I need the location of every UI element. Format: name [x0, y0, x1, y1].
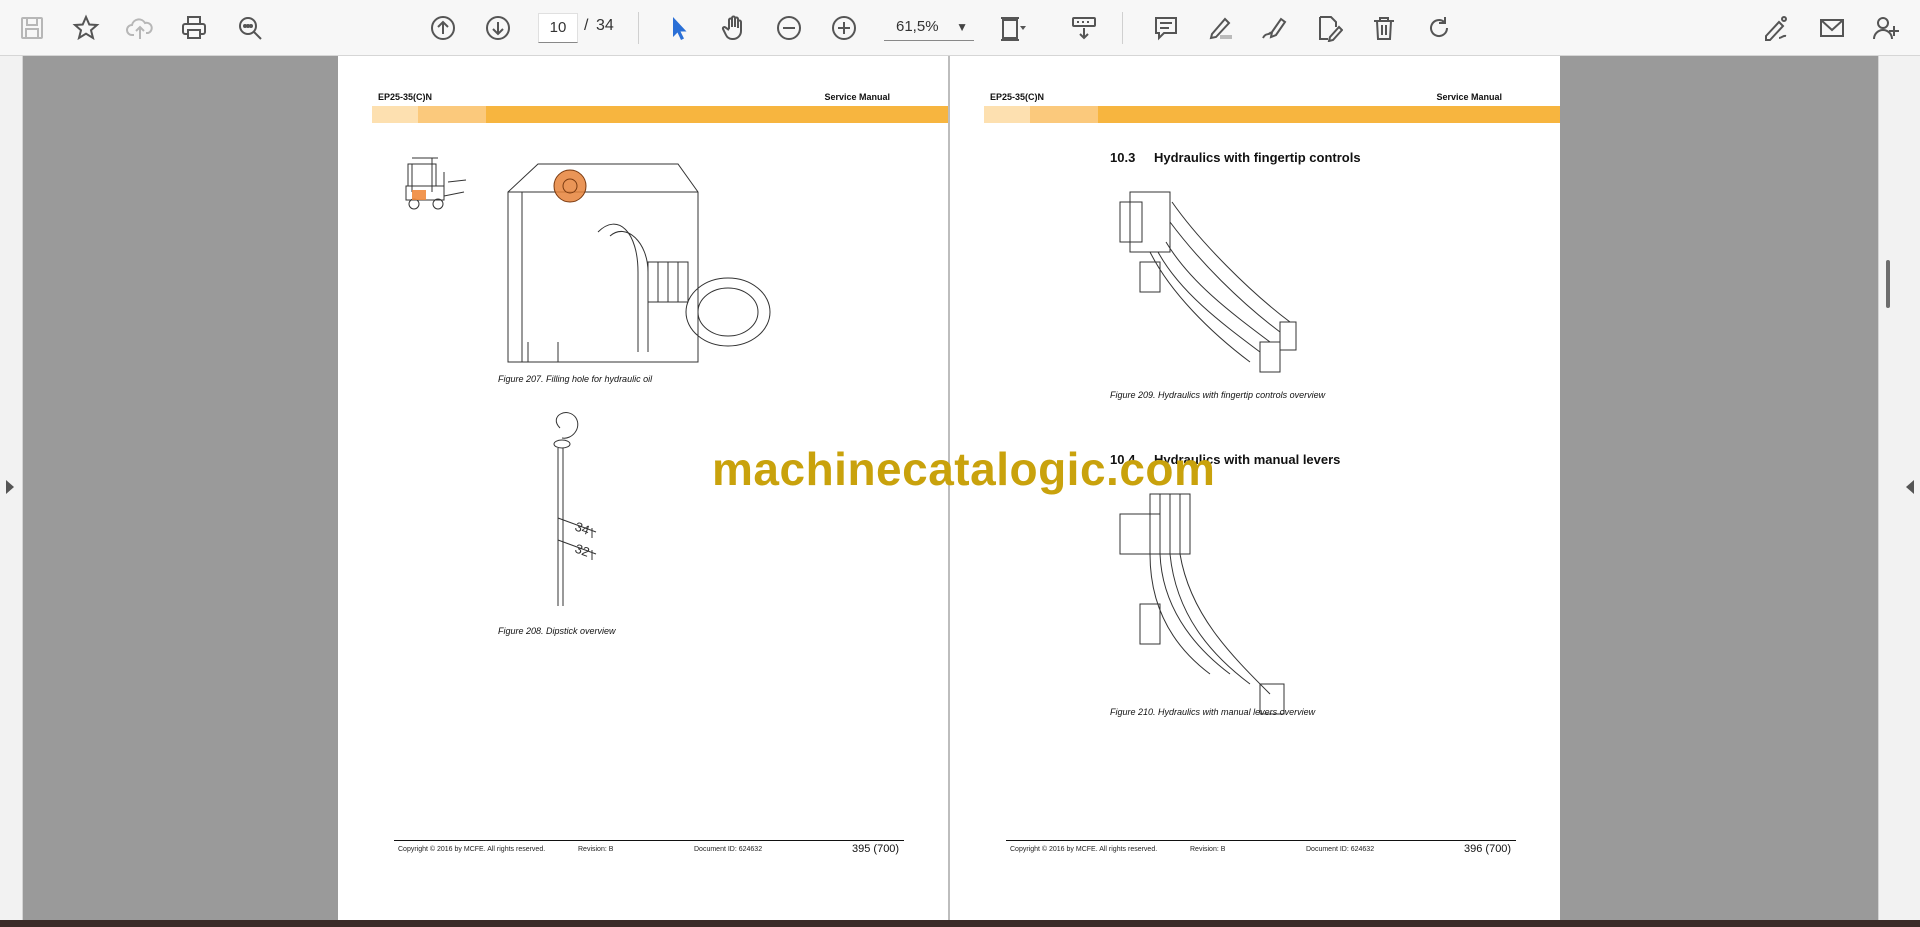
toolbar: 10 / 34 61,5% ▼ [0, 0, 1920, 56]
bookmark-star-icon[interactable] [68, 10, 104, 46]
footer-revision: Revision: B [1190, 846, 1226, 853]
footer-page-number: 395 (700) [852, 843, 900, 855]
page-header-model: EP25-35(C)N [990, 92, 1045, 102]
hydraulic-tank-illustration [507, 163, 771, 363]
page-header-model: EP25-35(C)N [378, 92, 433, 102]
header-color-band [372, 106, 948, 123]
zoom-level-value: 61,5% [896, 18, 939, 35]
footer-rule [1006, 840, 1516, 841]
comment-icon[interactable] [1148, 10, 1184, 46]
scrolling-mode-icon[interactable] [1066, 10, 1102, 46]
toolbar-divider [638, 12, 639, 44]
save-icon[interactable] [14, 10, 50, 46]
zoom-search-icon[interactable] [232, 10, 268, 46]
highlight-pen-icon[interactable] [1202, 10, 1238, 46]
expand-right-panel-icon[interactable] [1906, 480, 1914, 494]
chevron-down-icon: ▼ [956, 20, 968, 34]
dipstick-mark-32: 32 [573, 541, 592, 560]
footer-copyright: Copyright © 2016 by MCFE. All rights res… [398, 846, 546, 853]
footer-document-id: Document ID: 624632 [694, 846, 763, 853]
footer-revision: Revision: B [578, 846, 614, 853]
page-header-title: Service Manual [1436, 92, 1502, 102]
forklift-location-icon [405, 157, 467, 210]
bottom-edge-bar [0, 920, 1920, 927]
section-number: 10.3 [1110, 150, 1136, 165]
figure-208-caption: Figure 208. Dipstick overview [498, 626, 616, 636]
edit-text-icon[interactable] [1311, 10, 1347, 46]
toolbar-divider [1122, 12, 1123, 44]
section-10-3-heading: 10.3 Hydraulics with fingertip controls [1110, 150, 1361, 165]
zoom-out-icon[interactable] [771, 10, 807, 46]
hand-tool-icon[interactable] [716, 10, 752, 46]
page-separator: / [584, 17, 589, 34]
footer-rule [394, 840, 904, 841]
page-header-title: Service Manual [824, 92, 890, 102]
share-add-user-icon[interactable] [1868, 10, 1904, 46]
page-fit-icon[interactable] [994, 10, 1030, 46]
figure-207-caption: Figure 207. Filling hole for hydraulic o… [498, 374, 653, 384]
footer-copyright: Copyright © 2016 by MCFE. All rights res… [1010, 846, 1158, 853]
fingertip-hydraulics-illustration [1119, 191, 1297, 373]
dipstick-mark-34: 34 [573, 519, 592, 538]
footer-page-number: 396 (700) [1464, 843, 1512, 855]
figure-210-caption: Figure 210. Hydraulics with manual lever… [1110, 707, 1316, 717]
delete-trash-icon[interactable] [1366, 10, 1402, 46]
section-title: Hydraulics with fingertip controls [1154, 150, 1361, 165]
print-icon[interactable] [176, 10, 212, 46]
figure-209-caption: Figure 209. Hydraulics with fingertip co… [1110, 390, 1326, 400]
total-pages: 34 [596, 17, 614, 34]
page-number-input[interactable]: 10 [538, 13, 578, 43]
zoom-level-dropdown[interactable]: 61,5% ▼ [884, 13, 974, 41]
header-color-band [984, 106, 1560, 123]
fill-sign-icon[interactable] [1758, 10, 1794, 46]
rotate-icon[interactable] [1421, 10, 1457, 46]
expand-left-panel-icon[interactable] [6, 480, 14, 494]
vertical-scrollbar-thumb[interactable] [1886, 260, 1890, 308]
next-page-icon[interactable] [480, 10, 516, 46]
watermark-text: machinecatalogic.com [712, 443, 1216, 495]
footer-document-id: Document ID: 624632 [1306, 846, 1375, 853]
dipstick-illustration: 34 32 [553, 412, 597, 606]
previous-page-icon[interactable] [425, 10, 461, 46]
draw-freehand-icon[interactable] [1256, 10, 1292, 46]
zoom-in-icon[interactable] [826, 10, 862, 46]
cloud-upload-icon[interactable] [122, 10, 158, 46]
select-cursor-icon[interactable] [661, 10, 697, 46]
email-envelope-icon[interactable] [1814, 10, 1850, 46]
